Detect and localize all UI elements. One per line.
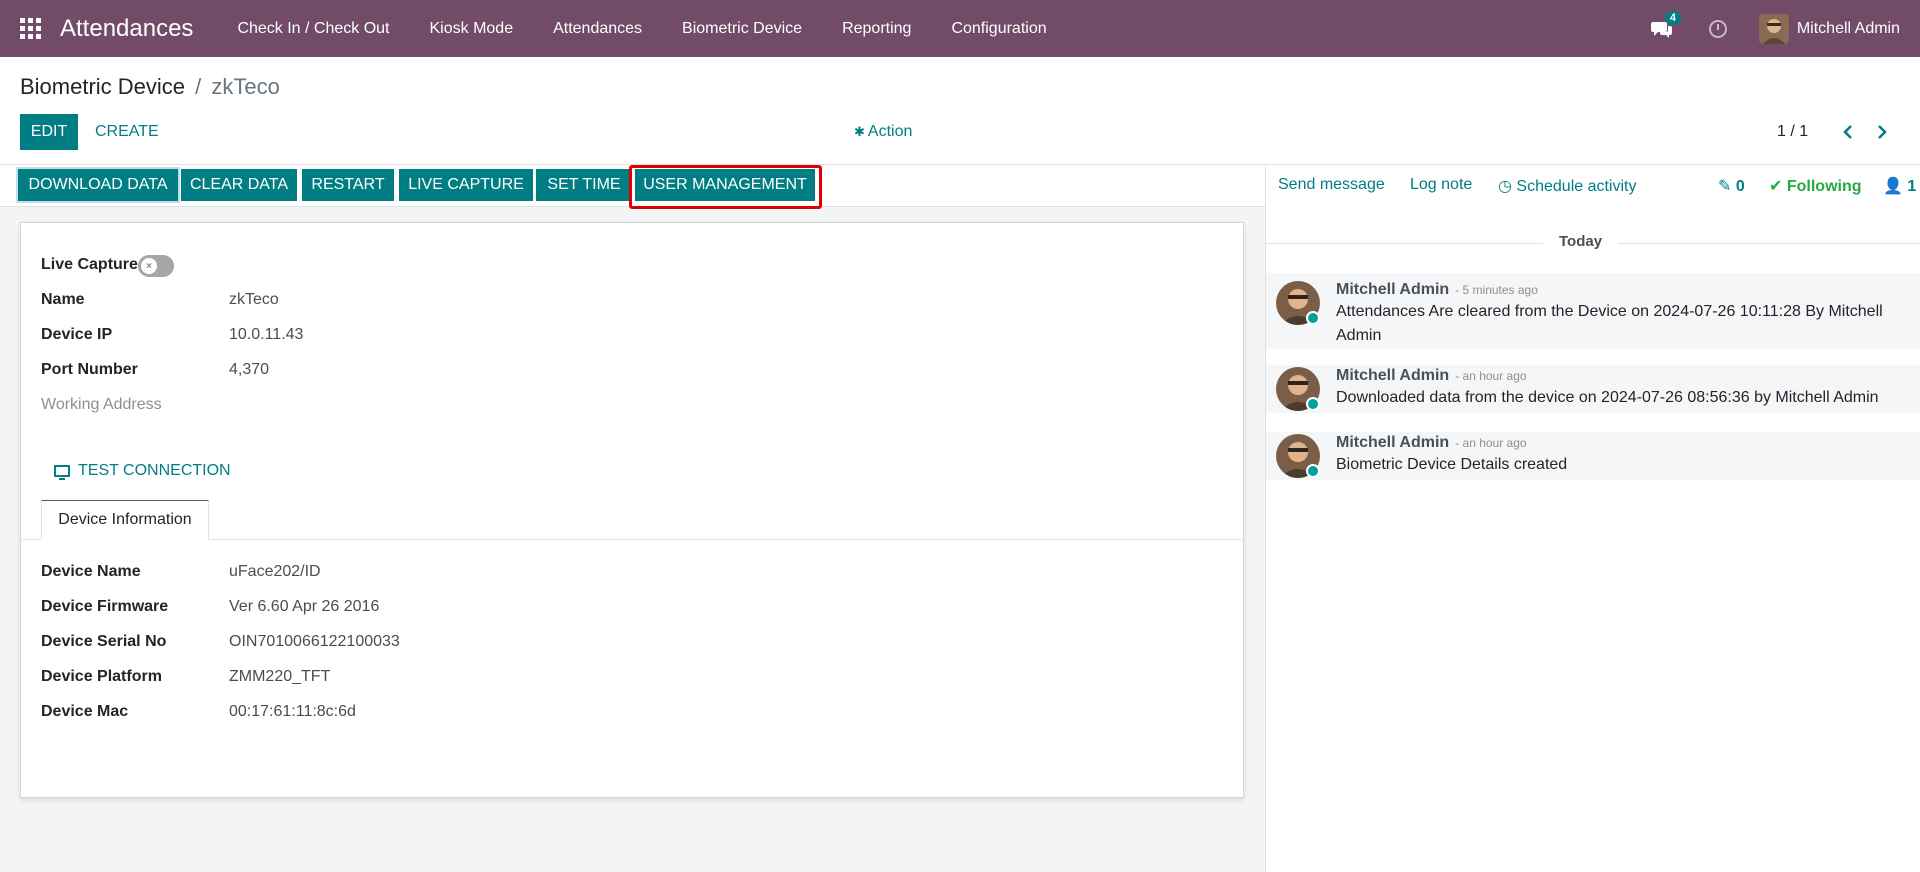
device-serial-label: Device Serial No bbox=[41, 633, 167, 650]
menu-biometric-device[interactable]: Biometric Device bbox=[662, 20, 822, 38]
message-time: - an hour ago bbox=[1455, 436, 1527, 450]
device-ip-value: 10.0.11.43 bbox=[229, 326, 304, 343]
test-connection-label: TEST CONNECTION bbox=[78, 462, 231, 479]
chevron-right-icon bbox=[1878, 125, 1887, 139]
apps-menu-icon[interactable] bbox=[20, 17, 42, 40]
name-label: Name bbox=[41, 291, 85, 308]
message-time: - 5 minutes ago bbox=[1455, 283, 1538, 297]
pager-previous-button[interactable] bbox=[1836, 114, 1860, 150]
menu-kiosk-mode[interactable]: Kiosk Mode bbox=[410, 20, 534, 38]
send-message-button[interactable]: Send message bbox=[1278, 176, 1385, 194]
top-navbar: Attendances Check In / Check Out Kiosk M… bbox=[0, 0, 1920, 57]
followers-button[interactable]: 👤 1 bbox=[1883, 176, 1916, 196]
download-data-button[interactable]: DOWNLOAD DATA bbox=[18, 169, 178, 201]
action-menu-button[interactable]: ✱ Action bbox=[854, 114, 912, 150]
device-ip-label: Device IP bbox=[41, 326, 113, 343]
create-button[interactable]: CREATE bbox=[95, 114, 159, 150]
action-label: Action bbox=[867, 123, 913, 140]
device-name-label: Device Name bbox=[41, 563, 141, 580]
breadcrumb-current: zkTeco bbox=[211, 74, 280, 99]
paperclip-icon: ✎ bbox=[1718, 178, 1732, 195]
form-view: DOWNLOAD DATA CLEAR DATA RESTART LIVE CA… bbox=[0, 165, 1265, 872]
port-number-value: 4,370 bbox=[229, 361, 270, 378]
device-platform-label: Device Platform bbox=[41, 668, 162, 685]
monitor-icon bbox=[54, 465, 70, 480]
menu-attendances[interactable]: Attendances bbox=[533, 20, 662, 38]
message-author-name: Mitchell Admin bbox=[1336, 367, 1450, 384]
message-body: Biometric Device Details created bbox=[1336, 456, 1568, 473]
message-body: Attendances Are cleared from the Device … bbox=[1336, 303, 1883, 344]
edit-button[interactable]: EDIT bbox=[20, 114, 78, 150]
breadcrumb-parent[interactable]: Biometric Device bbox=[20, 74, 185, 99]
clock-icon: ◷ bbox=[1498, 178, 1512, 195]
device-platform-value: ZMM220_TFT bbox=[229, 668, 331, 685]
device-serial-value: OIN7010066122100033 bbox=[229, 633, 400, 650]
form-statusbar: DOWNLOAD DATA CLEAR DATA RESTART LIVE CA… bbox=[0, 165, 1265, 209]
chatter-message: Mitchell Admin - an hour ago Downloaded d… bbox=[1266, 365, 1920, 413]
message-author-name: Mitchell Admin bbox=[1336, 434, 1450, 451]
user-name[interactable]: Mitchell Admin bbox=[1797, 20, 1900, 38]
user-management-highlight bbox=[629, 165, 822, 209]
message-body: Downloaded data from the device on 2024-… bbox=[1336, 389, 1879, 406]
activity-clock-icon[interactable] bbox=[1708, 19, 1727, 38]
breadcrumb: Biometric Device / zkTeco bbox=[20, 74, 280, 100]
date-separator-label: Today bbox=[1543, 233, 1619, 250]
followers-count: 1 bbox=[1907, 178, 1917, 195]
live-capture-button[interactable]: LIVE CAPTURE bbox=[399, 169, 533, 201]
restart-button[interactable]: RESTART bbox=[302, 169, 394, 201]
schedule-activity-button[interactable]: ◷ Schedule activity bbox=[1498, 176, 1636, 196]
device-mac-value: 00:17:61:11:8c:6d bbox=[229, 703, 356, 720]
app-title[interactable]: Attendances bbox=[60, 15, 193, 43]
online-status-icon bbox=[1306, 464, 1320, 478]
pager-next-button[interactable] bbox=[1870, 114, 1894, 150]
toggle-off-icon: × bbox=[141, 258, 157, 274]
menu-configuration[interactable]: Configuration bbox=[931, 20, 1066, 38]
chevron-left-icon bbox=[1843, 125, 1852, 139]
clear-data-button[interactable]: CLEAR DATA bbox=[181, 169, 297, 201]
message-author[interactable]: Mitchell Admin - 5 minutes ago bbox=[1336, 281, 1538, 299]
message-author[interactable]: Mitchell Admin - an hour ago bbox=[1336, 434, 1527, 452]
chatter-panel: Send message Log note ◷ Schedule activit… bbox=[1265, 165, 1920, 872]
tab-device-information[interactable]: Device Information bbox=[41, 500, 209, 540]
following-label: Following bbox=[1786, 178, 1862, 195]
test-connection-button[interactable]: TEST CONNECTION bbox=[54, 459, 231, 483]
online-status-icon bbox=[1306, 397, 1320, 411]
gear-icon: ✱ bbox=[854, 124, 865, 139]
main-menu: Check In / Check Out Kiosk Mode Attendan… bbox=[217, 20, 1066, 38]
form-sheet: Live Capture × Name zkTeco Device IP 10.… bbox=[20, 222, 1244, 798]
attachments-button[interactable]: ✎ 0 bbox=[1718, 176, 1745, 196]
device-name-value: uFace202/ID bbox=[229, 563, 321, 580]
schedule-activity-label: Schedule activity bbox=[1516, 178, 1637, 195]
online-status-icon bbox=[1306, 311, 1320, 325]
live-capture-toggle[interactable]: × bbox=[138, 255, 174, 277]
log-note-button[interactable]: Log note bbox=[1410, 176, 1472, 194]
control-panel: Biometric Device / zkTeco EDIT CREATE ✱ … bbox=[0, 57, 1920, 165]
following-button[interactable]: ✔ Following bbox=[1769, 176, 1862, 196]
attachments-count: 0 bbox=[1735, 178, 1745, 195]
discuss-badge: 4 bbox=[1664, 10, 1681, 25]
discuss-icon[interactable]: 4 bbox=[1650, 10, 1681, 39]
device-firmware-value: Ver 6.60 Apr 26 2016 bbox=[229, 598, 380, 615]
chatter-message: Mitchell Admin - 5 minutes ago Attendance… bbox=[1266, 273, 1920, 349]
menu-check-in-check-out[interactable]: Check In / Check Out bbox=[217, 20, 409, 38]
pager-value[interactable]: 1 / 1 bbox=[1777, 114, 1808, 150]
user-icon: 👤 bbox=[1883, 178, 1903, 195]
check-icon: ✔ bbox=[1769, 178, 1783, 195]
working-address-label: Working Address bbox=[41, 396, 162, 413]
message-author[interactable]: Mitchell Admin - an hour ago bbox=[1336, 367, 1527, 385]
chatter-topbar: Send message Log note ◷ Schedule activit… bbox=[1266, 165, 1920, 207]
device-mac-label: Device Mac bbox=[41, 703, 129, 720]
device-firmware-label: Device Firmware bbox=[41, 598, 169, 615]
chatter-message: Mitchell Admin - an hour ago Biometric De… bbox=[1266, 432, 1920, 480]
menu-reporting[interactable]: Reporting bbox=[822, 20, 931, 38]
name-value: zkTeco bbox=[229, 291, 279, 308]
message-author-name: Mitchell Admin bbox=[1336, 281, 1450, 298]
breadcrumb-separator: / bbox=[195, 74, 202, 99]
message-time: - an hour ago bbox=[1455, 369, 1527, 383]
set-time-button[interactable]: SET TIME bbox=[536, 169, 632, 201]
port-number-label: Port Number bbox=[41, 361, 138, 378]
user-avatar[interactable] bbox=[1758, 13, 1789, 44]
live-capture-label: Live Capture bbox=[41, 256, 138, 273]
